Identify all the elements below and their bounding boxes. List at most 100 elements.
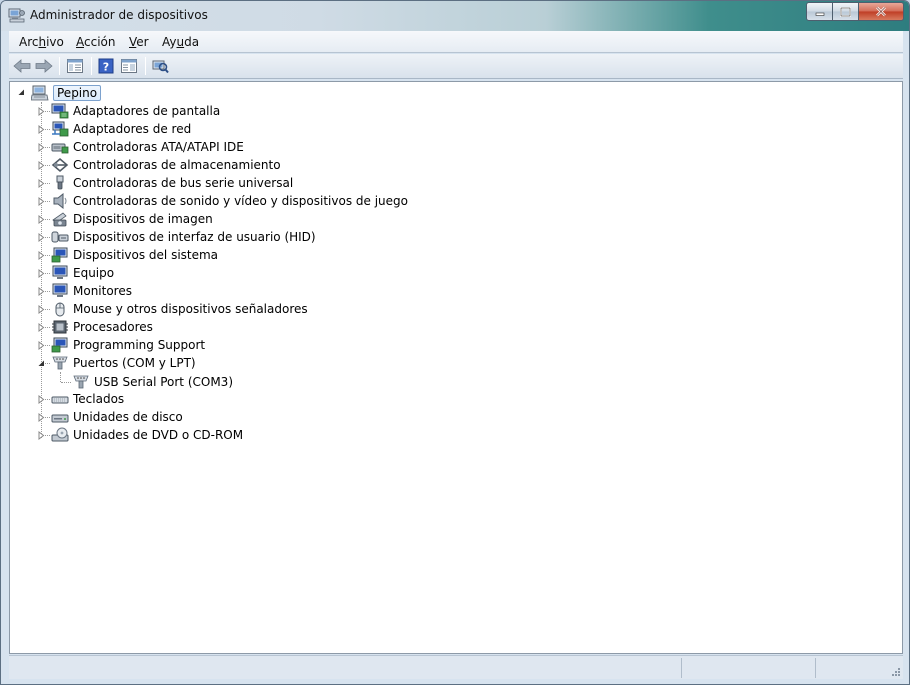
expand-arrow[interactable] (37, 179, 46, 188)
help-button[interactable]: ? (96, 57, 116, 75)
tree-node[interactable]: Dispositivos del sistema (51, 246, 218, 264)
show-hide-tree-icon (67, 59, 83, 73)
keyboard-icon (51, 391, 69, 407)
expand-arrow[interactable] (37, 233, 46, 242)
processor-icon (51, 319, 69, 335)
tree-node-label: Dispositivos de interfaz de usuario (HID… (73, 230, 316, 244)
tree-node-label: Adaptadores de pantalla (73, 104, 221, 118)
menu-bar: Archivo Acción Ver Ayuda (9, 31, 903, 53)
tree-node-label: Programming Support (73, 338, 206, 352)
expand-arrow[interactable] (37, 431, 46, 440)
help-icon: ? (98, 58, 114, 74)
maximize-button[interactable] (833, 2, 859, 21)
expand-arrow[interactable] (37, 161, 46, 170)
tree-node[interactable]: Controladoras ATA/ATAPI IDE (51, 138, 244, 156)
close-button[interactable] (859, 2, 904, 21)
status-bar (9, 655, 903, 679)
storage-controller-icon (51, 157, 69, 173)
menu-ver[interactable]: Ver (129, 35, 149, 49)
computer-icon (31, 85, 49, 101)
resize-grip-icon[interactable] (891, 667, 901, 677)
tree-node-label: Adaptadores de red (73, 122, 192, 136)
tree-node-label: Controladoras de almacenamiento (73, 158, 281, 172)
tree-node-label: Teclados (73, 392, 125, 406)
tree-root-label: Pepino (53, 85, 102, 101)
tree-node[interactable]: Adaptadores de pantalla (51, 102, 220, 120)
expand-arrow-icon (38, 395, 45, 404)
tree-node[interactable]: Controladoras de bus serie universal (51, 174, 293, 192)
expand-arrow-icon (38, 197, 45, 206)
expand-arrow-icon (38, 431, 45, 440)
expand-arrow-icon (38, 413, 45, 422)
expand-arrow[interactable] (37, 341, 46, 350)
tree-node[interactable]: Procesadores (51, 318, 153, 336)
menu-archivo[interactable]: Archivo (19, 35, 64, 49)
tree-node-label: Procesadores (73, 320, 153, 334)
tree-node[interactable]: Puertos (COM y LPT) (51, 354, 196, 372)
expand-arrow-icon (38, 323, 45, 332)
hid-icon (51, 229, 69, 245)
status-pane-2 (815, 658, 903, 678)
camera-icon (51, 211, 69, 227)
tree-node[interactable]: Monitores (51, 282, 132, 300)
expand-arrow[interactable] (37, 413, 46, 422)
show-hide-tree-button[interactable] (65, 57, 85, 75)
forward-arrow-icon (35, 59, 53, 73)
tree-node-label: Unidades de DVD o CD-ROM (73, 428, 244, 442)
back-button[interactable] (12, 57, 32, 75)
svg-text:?: ? (103, 61, 109, 74)
tree-node[interactable]: Programming Support (51, 336, 205, 354)
expand-arrow[interactable] (37, 197, 46, 206)
expand-arrow[interactable] (37, 215, 46, 224)
collapse-arrow[interactable] (37, 359, 46, 368)
ide-controller-icon (51, 139, 69, 155)
scan-hardware-button[interactable] (150, 57, 170, 75)
expand-arrow-icon (38, 125, 45, 134)
tree-node[interactable]: Mouse y otros dispositivos señaladores (51, 300, 308, 318)
tree-node[interactable]: Teclados (51, 390, 124, 408)
tree-node[interactable]: Adaptadores de red (51, 120, 191, 138)
expand-arrow-icon (38, 305, 45, 314)
expand-arrow[interactable] (37, 323, 46, 332)
menu-ayuda[interactable]: Ayuda (162, 35, 199, 49)
expand-arrow[interactable] (37, 395, 46, 404)
forward-button[interactable] (34, 57, 54, 75)
device-tree[interactable]: Pepino Adaptadores de pantalla Adaptadore… (9, 81, 903, 654)
tree-node-label: Puertos (COM y LPT) (73, 356, 196, 370)
tree-node[interactable]: Controladoras de almacenamiento (51, 156, 281, 174)
expand-arrow[interactable] (37, 125, 46, 134)
expand-arrow-icon (38, 161, 45, 170)
expand-arrow[interactable] (37, 143, 46, 152)
tree-root[interactable]: Pepino (31, 84, 102, 102)
tree-node-usb-serial-port[interactable]: USB Serial Port (COM3) (72, 373, 233, 391)
properties-icon (121, 59, 137, 73)
tree-node[interactable]: Unidades de DVD o CD-ROM (51, 426, 243, 444)
tree-node[interactable]: Equipo (51, 264, 114, 282)
expand-arrow[interactable] (37, 305, 46, 314)
tree-node[interactable]: Dispositivos de imagen (51, 210, 213, 228)
expand-arrow-icon (38, 269, 45, 278)
properties-button[interactable] (119, 57, 139, 75)
tree-node[interactable]: Unidades de disco (51, 408, 183, 426)
expand-arrow-icon (38, 143, 45, 152)
system-device-icon (51, 337, 69, 353)
tree-node[interactable]: Controladoras de sonido y vídeo y dispos… (51, 192, 408, 210)
root-collapse-arrow[interactable] (17, 88, 26, 97)
toolbar: ? (9, 54, 903, 79)
network-adapter-icon (51, 121, 69, 137)
expand-arrow[interactable] (37, 251, 46, 260)
expand-arrow[interactable] (37, 287, 46, 296)
speaker-icon (51, 193, 69, 209)
device-manager-window: Administrador de dispositivos Archivo Ac… (0, 0, 910, 685)
title-bar[interactable]: Administrador de dispositivos (1, 1, 909, 31)
tree-node[interactable]: Dispositivos de interfaz de usuario (HID… (51, 228, 316, 246)
maximize-icon (840, 6, 851, 17)
disk-drive-icon (51, 409, 69, 425)
expand-arrow[interactable] (37, 269, 46, 278)
tree-node-label: Unidades de disco (73, 410, 183, 424)
monitor-icon (51, 265, 69, 281)
collapse-arrow-icon (38, 360, 44, 366)
menu-accion[interactable]: Acción (76, 35, 115, 49)
expand-arrow[interactable] (37, 107, 46, 116)
minimize-button[interactable] (806, 2, 833, 21)
